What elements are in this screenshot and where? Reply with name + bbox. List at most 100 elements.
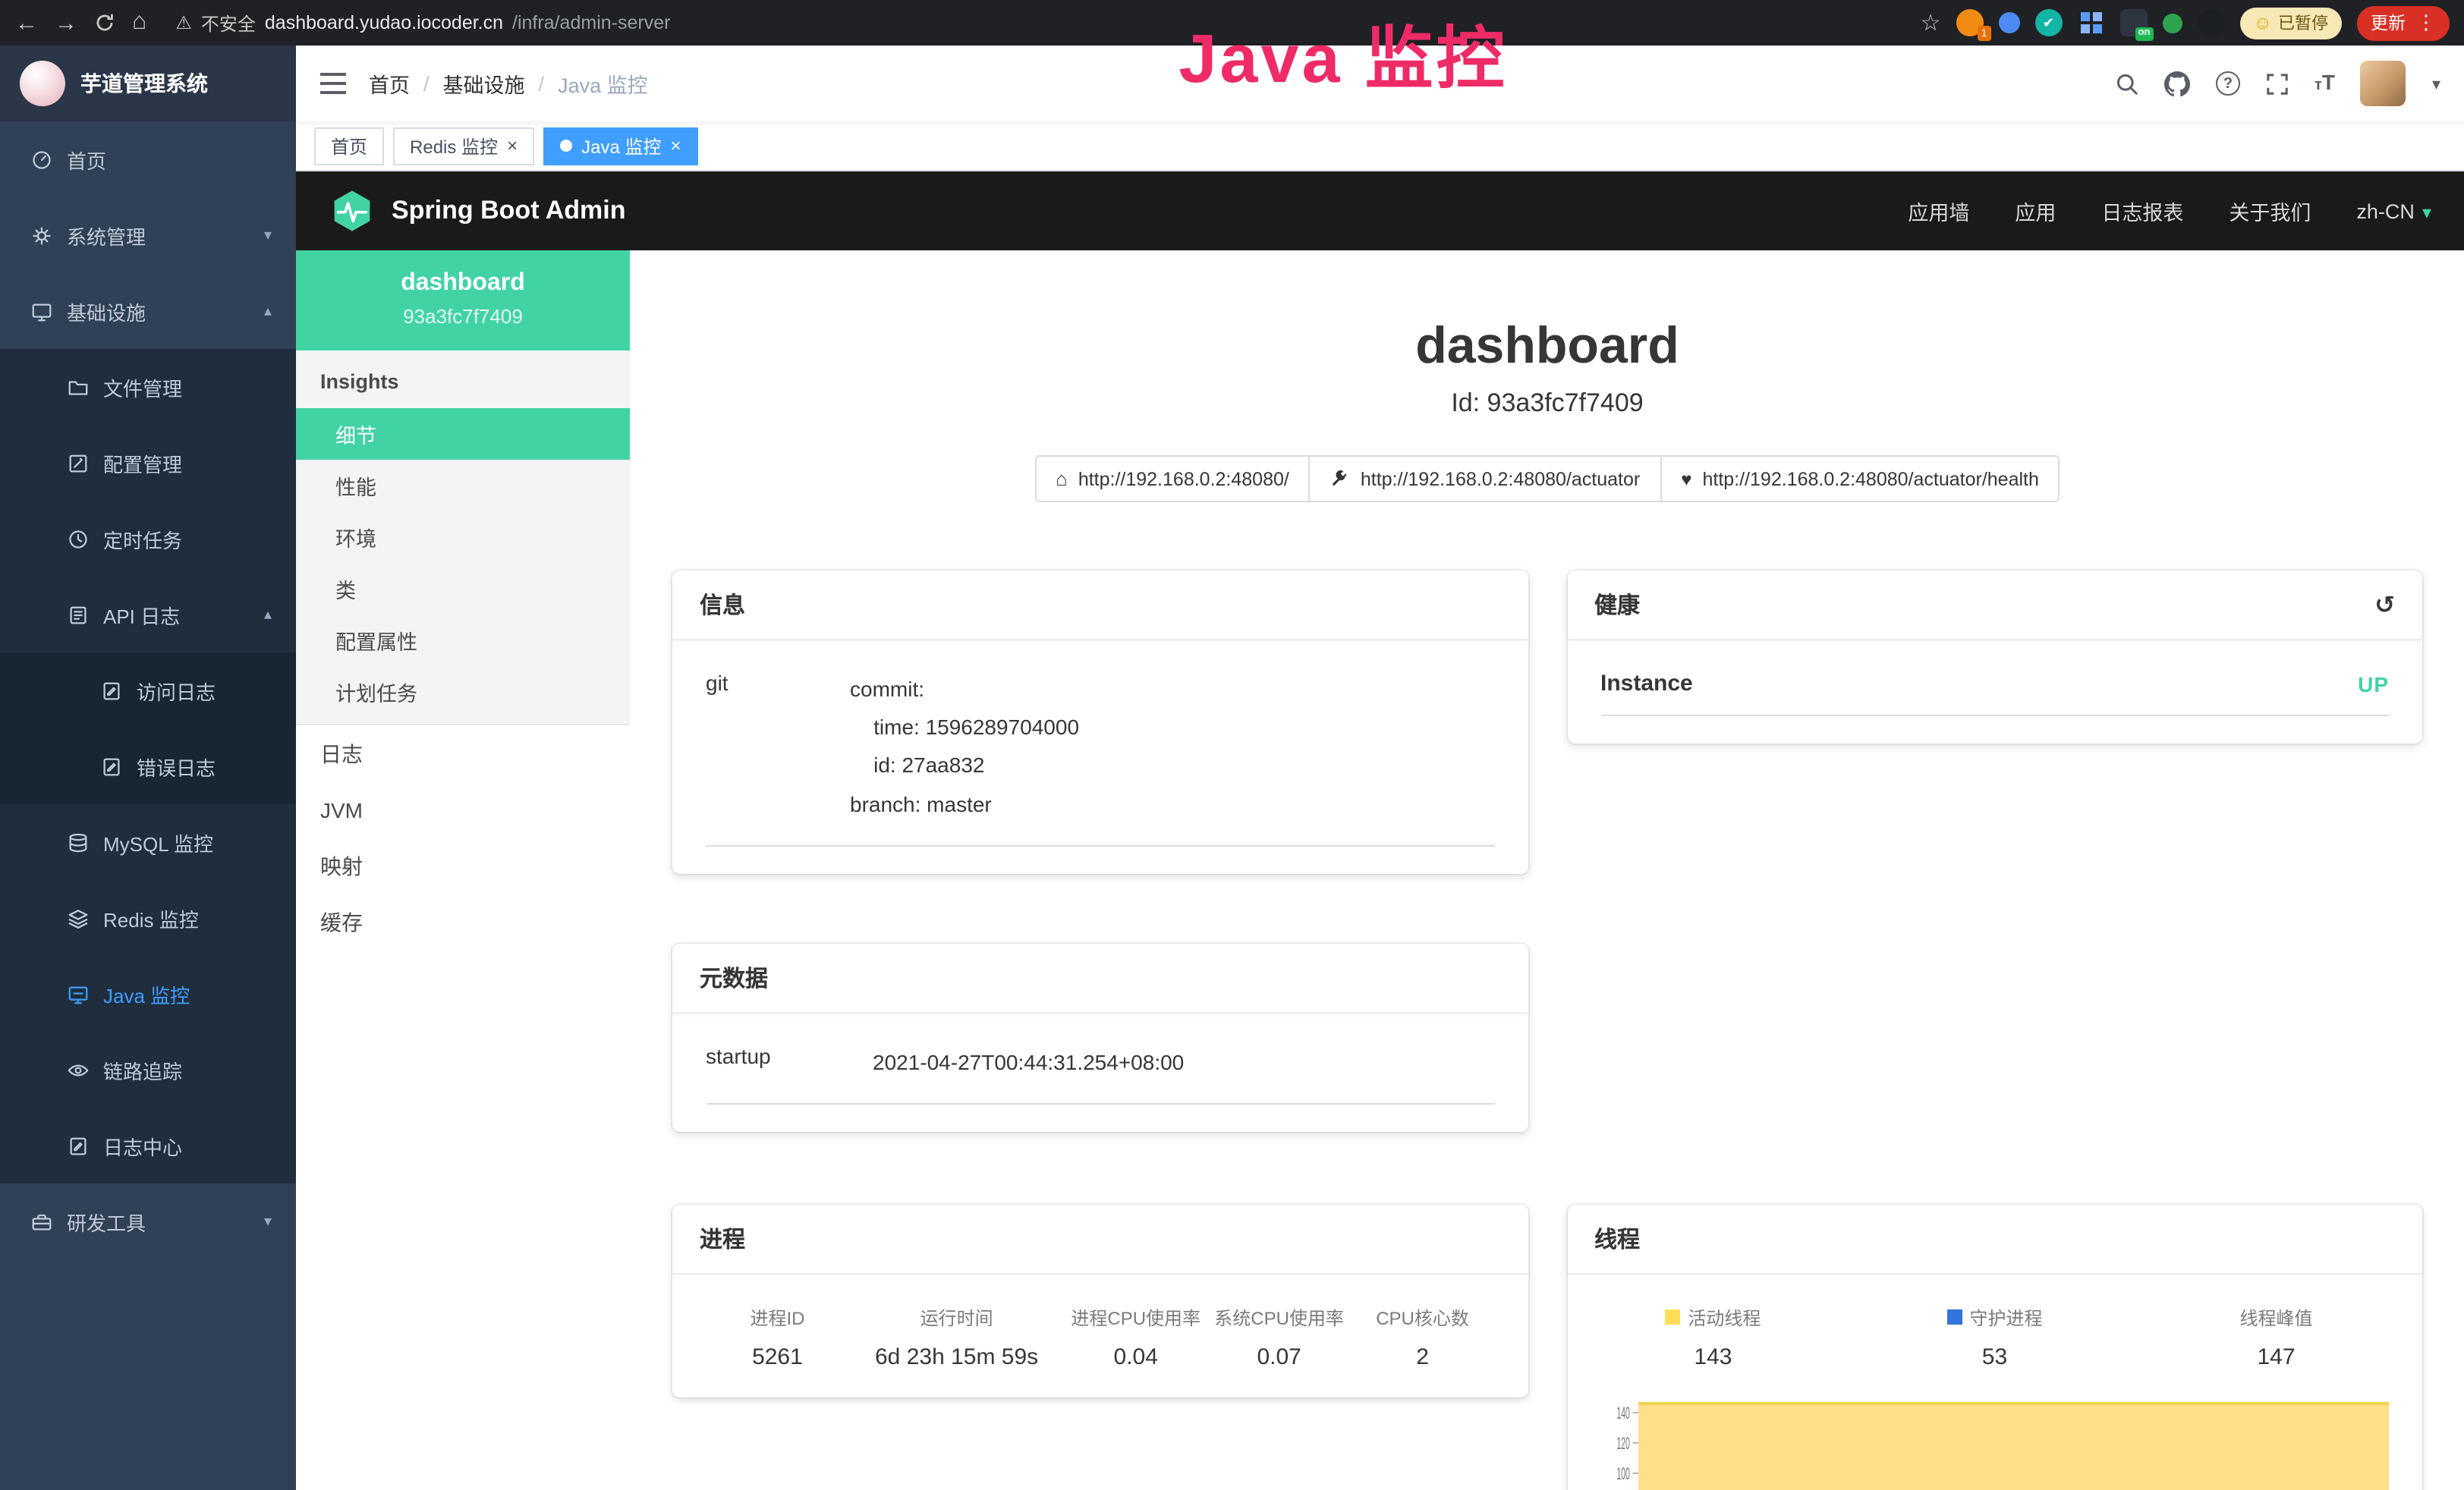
extension-icon-2[interactable] [1998, 12, 2019, 33]
actuator-url-chip[interactable]: http://192.168.0.2:48080/actuator [1309, 455, 1661, 502]
clock-icon [67, 527, 90, 550]
back-icon[interactable] [15, 11, 38, 34]
monitor-icon [30, 300, 53, 322]
sba-menu-environment[interactable]: 环境 [296, 511, 630, 563]
sba-nav-language[interactable]: zh-CN [2356, 200, 2431, 222]
status-badge: UP [2358, 671, 2389, 696]
sba-instance-header[interactable]: dashboard 93a3fc7f7409 [296, 250, 630, 350]
threads-chart: 140 120 100 [1600, 1394, 2389, 1490]
threads-card-header: 线程 [1567, 1205, 2422, 1275]
tab-java-monitor[interactable]: Java 监控 × [543, 127, 697, 165]
help-icon[interactable] [2216, 71, 2240, 96]
update-button[interactable]: 更新 [2357, 5, 2450, 40]
sba-menu-scheduled-tasks[interactable]: 计划任务 [296, 666, 630, 718]
detail-cards: 信息 git commit: time: 1596289704000 id: 2… [672, 571, 2422, 1490]
close-tab-icon[interactable]: × [670, 137, 681, 155]
reload-icon[interactable] [94, 12, 115, 33]
threads-legend: 活动线程 143 守护进程 [1600, 1305, 2389, 1370]
tab-label: 首页 [331, 133, 367, 159]
hamburger-icon[interactable] [320, 73, 346, 94]
extension-icon-1[interactable]: 1 [1956, 9, 1983, 36]
sidebar-item-error-logs[interactable]: 错误日志 [0, 728, 296, 804]
sba-menu-metrics[interactable]: 性能 [296, 460, 630, 511]
menu-label: 错误日志 [137, 752, 216, 781]
sidebar-item-config-management[interactable]: 配置管理 [0, 425, 296, 501]
sba-nav-wallboard[interactable]: 应用墙 [1908, 196, 1969, 226]
close-tab-icon[interactable]: × [507, 137, 518, 155]
tab-home[interactable]: 首页 [314, 127, 384, 165]
extension-icon-4[interactable] [2077, 9, 2104, 36]
sba-menu-classes[interactable]: 类 [296, 563, 630, 615]
search-icon[interactable] [2116, 72, 2138, 95]
sba-nav-about[interactable]: 关于我们 [2229, 196, 2311, 226]
paused-badge[interactable]: 已暂停 [2239, 7, 2342, 39]
sba-brand[interactable]: Spring Boot Admin [392, 196, 626, 226]
font-size-icon[interactable] [2315, 70, 2335, 97]
metadata-card-header: 元数据 [672, 944, 1528, 1014]
sba-menu-jvm[interactable]: JVM [296, 781, 630, 838]
sba-nav-applications[interactable]: 应用 [2015, 196, 2056, 226]
spring-boot-admin-logo[interactable] [329, 188, 375, 234]
browser-menu-icon[interactable] [2416, 11, 2436, 35]
active-tab-dot [560, 140, 572, 152]
security-warning[interactable]: 不安全 [201, 10, 256, 36]
dashboard-icon [30, 148, 53, 171]
health-instance-row[interactable]: Instance UP [1600, 671, 2389, 716]
sidebar-item-infrastructure[interactable]: 基础设施 [0, 273, 296, 349]
sidebar-item-mysql-monitor[interactable]: MySQL 监控 [0, 804, 296, 880]
card-title: 进程 [700, 1223, 745, 1255]
screen: 不安全 dashboard.yudao.iocoder.cn /infra/ad… [0, 0, 2464, 1490]
info-value: commit: time: 1596289704000 id: 27aa832 … [850, 671, 1079, 824]
breadcrumb-section[interactable]: 基础设施 [443, 68, 525, 99]
service-url-chip[interactable]: http://192.168.0.2:48080/ [1034, 455, 1311, 502]
sba-menu-logs[interactable]: 日志 [296, 725, 630, 781]
java-monitor-icon [67, 982, 90, 1005]
sidebar-item-tracing[interactable]: 链路追踪 [0, 1032, 296, 1108]
sba-menu-details[interactable]: 细节 [296, 408, 630, 460]
tab-redis-monitor[interactable]: Redis 监控 × [393, 127, 534, 165]
sidebar-item-home[interactable]: 首页 [0, 121, 296, 197]
instance-id-line: Id: 93a3fc7f7409 [672, 388, 2422, 419]
extension-icon-6[interactable] [2162, 13, 2182, 33]
sidebar-item-file-management[interactable]: 文件管理 [0, 349, 296, 425]
update-label: 更新 [2371, 11, 2406, 35]
ytick-140: 140 [1616, 1403, 1629, 1422]
sba-menu-caches[interactable]: 缓存 [296, 894, 630, 950]
sba-nav-journal[interactable]: 日志报表 [2101, 196, 2183, 226]
home-icon[interactable] [132, 11, 146, 35]
sidebar-item-java-monitor[interactable]: Java 监控 [0, 956, 296, 1032]
sidebar-item-log-center[interactable]: 日志中心 [0, 1108, 296, 1184]
sba-language-label: zh-CN [2356, 200, 2415, 222]
extension-icon-3[interactable] [2034, 9, 2062, 36]
fullscreen-icon[interactable] [2266, 72, 2289, 95]
breadcrumb-separator: / [539, 72, 545, 95]
legend-live-threads: 活动线程 [1600, 1305, 1826, 1331]
sba-group-label[interactable]: Insights [296, 350, 630, 408]
history-icon[interactable] [2374, 589, 2395, 620]
url-host: dashboard.yudao.iocoder.cn [265, 12, 503, 33]
sidebar-item-api-logs[interactable]: API 日志 [0, 577, 296, 652]
user-caret-icon[interactable] [2432, 70, 2440, 97]
user-avatar[interactable] [2361, 61, 2406, 106]
address-bar[interactable]: 不安全 dashboard.yudao.iocoder.cn /infra/ad… [175, 9, 1903, 36]
breadcrumb: 首页 / 基础设施 / Java 监控 [369, 68, 648, 99]
health-card-header: 健康 [1567, 571, 2422, 640]
sidebar-item-redis-monitor[interactable]: Redis 监控 [0, 880, 296, 956]
chevron-down-icon [2422, 200, 2431, 222]
github-icon[interactable] [2164, 71, 2190, 96]
forward-icon[interactable] [55, 11, 77, 34]
document-edit-icon [100, 755, 123, 778]
sidebar-item-dev-tools[interactable]: 研发工具 [0, 1184, 296, 1259]
instance-title: dashboard [672, 317, 2422, 376]
sba-menu-config-props[interactable]: 配置属性 [296, 615, 630, 666]
sba-menu-mappings[interactable]: 映射 [296, 838, 630, 894]
health-url-chip[interactable]: http://192.168.0.2:48080/actuator/health [1660, 455, 2060, 502]
app-logo[interactable]: 芋道管理系统 [0, 46, 296, 121]
extension-icon-5[interactable]: on [2119, 9, 2147, 36]
extension-icon-7[interactable] [2197, 9, 2224, 36]
breadcrumb-home[interactable]: 首页 [369, 68, 410, 99]
sidebar-item-scheduled-tasks[interactable]: 定时任务 [0, 501, 296, 577]
sidebar-item-system[interactable]: 系统管理 [0, 197, 296, 273]
sidebar-item-access-logs[interactable]: 访问日志 [0, 652, 296, 728]
bookmark-star-icon[interactable] [1921, 11, 1941, 34]
